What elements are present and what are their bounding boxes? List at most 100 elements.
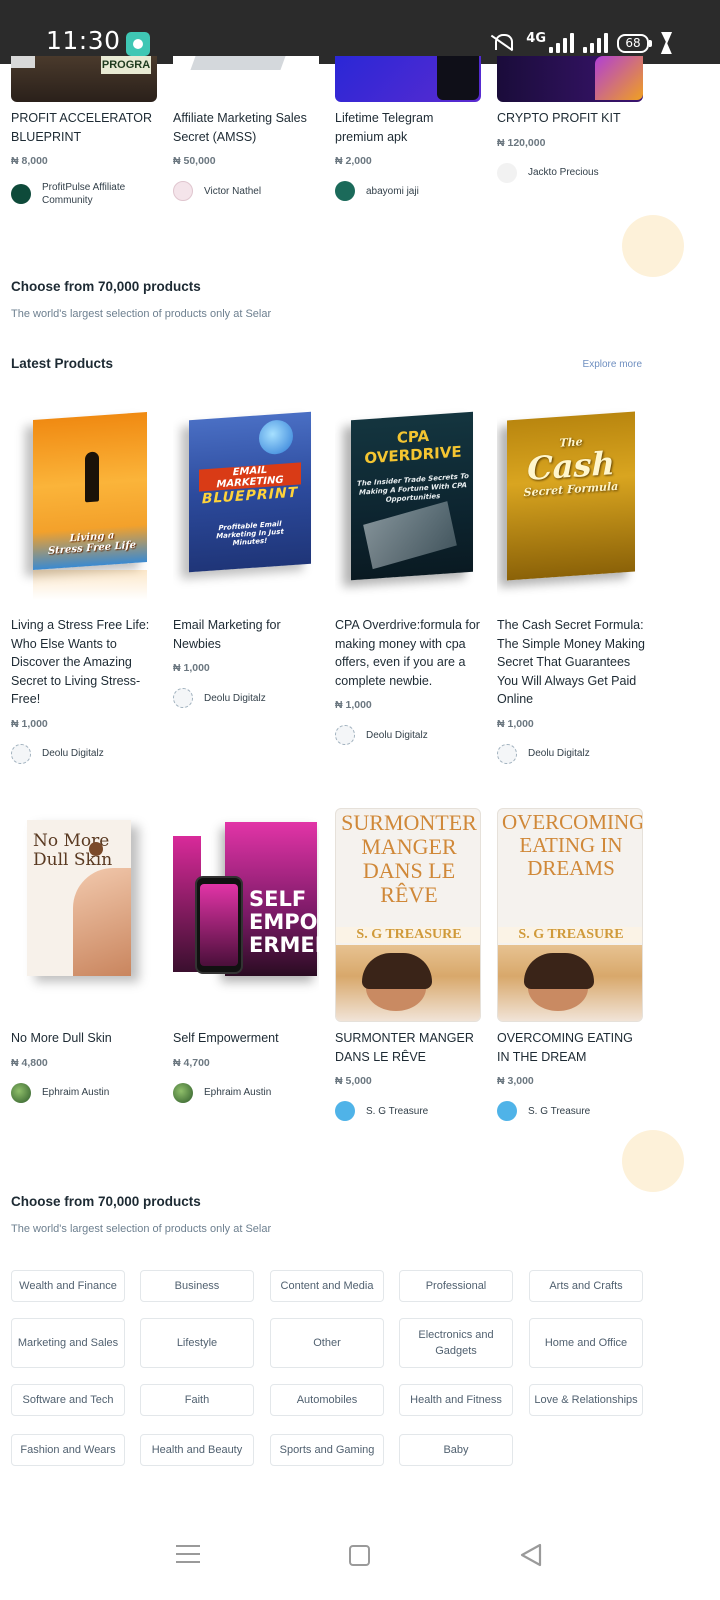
category-chip[interactable]: Electronics and Gadgets <box>399 1318 513 1368</box>
category-chip[interactable]: Automobiles <box>270 1384 384 1416</box>
cover-text: CPA OVERDRIVE <box>364 426 462 468</box>
seller[interactable]: Deolu Digitalz <box>335 725 483 745</box>
product-card[interactable]: The Cash Secret Formula: The Simple Mone… <box>497 616 645 764</box>
seller-name: Victor Nathel <box>204 185 262 197</box>
seller-name: abayomi jaji <box>366 185 419 197</box>
status-indicators: 4G 68 <box>487 30 672 56</box>
category-chip[interactable]: Sports and Gaming <box>270 1434 384 1466</box>
seller-avatar <box>497 162 517 183</box>
recent-apps-button[interactable] <box>176 1544 200 1564</box>
seller-name: Deolu Digitalz <box>366 729 428 741</box>
cover-text: SELF <box>249 887 307 911</box>
product-title[interactable]: The Cash Secret Formula: The Simple Mone… <box>497 616 645 709</box>
seller[interactable]: Jackto Precious <box>497 162 645 183</box>
seller[interactable]: Deolu Digitalz <box>497 743 645 764</box>
product-price: ₦ 4,800 <box>11 1056 48 1069</box>
seller[interactable]: Deolu Digitalz <box>11 743 159 764</box>
seller[interactable]: Ephraim Austin <box>11 1082 159 1103</box>
category-chip[interactable]: Home and Office <box>529 1318 643 1368</box>
product-card[interactable]: CRYPTO PROFIT KIT ₦ 120,000 Jackto Preci… <box>497 109 645 183</box>
category-chip[interactable]: Arts and Crafts <box>529 1270 643 1302</box>
category-chip[interactable]: Health and Fitness <box>399 1384 513 1416</box>
category-chip[interactable]: Other <box>270 1318 384 1368</box>
product-card[interactable]: Affiliate Marketing Sales Secret (AMSS) … <box>173 109 321 201</box>
category-chip[interactable]: Lifestyle <box>140 1318 254 1368</box>
home-button[interactable] <box>349 1545 370 1566</box>
product-title[interactable]: SURMONTER MANGER DANS LE RÊVE <box>335 1029 483 1066</box>
product-cover[interactable]: EMAIL MARKETING BLUEPRINT Profitable Ema… <box>173 398 319 610</box>
seller[interactable]: Deolu Digitalz <box>173 688 321 708</box>
thumb-shape <box>595 56 643 100</box>
category-chip[interactable]: Love & Relationships <box>529 1384 643 1416</box>
thumb-text: PROGRA <box>101 56 151 74</box>
product-title[interactable]: PROFIT ACCELERATOR BLUEPRINT <box>11 109 159 146</box>
product-card[interactable]: PROFIT ACCELERATOR BLUEPRINT ₦ 8,000 Pro… <box>11 109 159 207</box>
product-title[interactable]: Living a Stress Free Life: Who Else Want… <box>11 616 159 709</box>
category-chip[interactable]: Professional <box>399 1270 513 1302</box>
seller[interactable]: Victor Nathel <box>173 181 321 201</box>
product-cover[interactable]: OVERCOMING EATING IN DREAMS S. G TREASUR… <box>497 808 643 1022</box>
product-card[interactable]: Lifetime Telegram premium apk ₦ 2,000 ab… <box>335 109 483 201</box>
product-cover[interactable]: Living a Stress Free Life <box>11 398 157 610</box>
product-card[interactable]: Email Marketing for Newbies ₦ 1,000 Deol… <box>173 616 321 708</box>
product-title[interactable]: OVERCOMING EATING IN THE DREAM <box>497 1029 645 1066</box>
cover-text: EMPOW <box>249 910 319 934</box>
seller-avatar <box>11 743 31 764</box>
product-title[interactable]: No More Dull Skin <box>11 1029 159 1048</box>
product-card[interactable]: No More Dull Skin ₦ 4,800 Ephraim Austin <box>11 1029 159 1103</box>
status-bar: 11:30 4G 68 <box>0 0 720 64</box>
product-price: ₦ 3,000 <box>497 1075 534 1087</box>
seller-name: Ephraim Austin <box>42 1087 110 1098</box>
product-cover[interactable]: SELF EMPOW ERMENT <box>173 792 319 1004</box>
silent-bell-icon <box>487 32 517 54</box>
product-title[interactable]: Self Empowerment <box>173 1029 321 1048</box>
product-thumbnail[interactable] <box>497 56 643 102</box>
back-button[interactable] <box>519 1543 543 1567</box>
seller-avatar <box>173 688 193 708</box>
seller[interactable]: Ephraim Austin <box>173 1082 321 1103</box>
seller-name: S. G Treasure <box>366 1105 429 1117</box>
product-price: ₦ 1,000 <box>173 662 210 674</box>
seller[interactable]: abayomi jaji <box>335 181 483 201</box>
product-thumbnail[interactable]: PROGRA <box>11 56 157 102</box>
category-chip[interactable]: Wealth and Finance <box>11 1270 125 1302</box>
product-card[interactable]: Living a Stress Free Life: Who Else Want… <box>11 616 159 764</box>
category-chip[interactable]: Faith <box>140 1384 254 1416</box>
product-cover[interactable]: No More Dull Skin <box>11 792 157 1004</box>
cover-photo <box>73 868 131 976</box>
category-chip[interactable]: Software and Tech <box>11 1384 125 1416</box>
product-cover[interactable]: The Cash Secret Formula <box>497 398 643 610</box>
product-title[interactable]: Email Marketing for Newbies <box>173 616 321 653</box>
promo-title: Choose from 70,000 products <box>11 1194 201 1209</box>
category-chip[interactable]: Content and Media <box>270 1270 384 1302</box>
product-card[interactable]: SURMONTER MANGER DANS LE RÊVE ₦ 5,000 S.… <box>335 1029 483 1121</box>
category-chip[interactable]: Fashion and Wears <box>11 1434 125 1466</box>
category-chip[interactable]: Health and Beauty <box>140 1434 254 1466</box>
latest-products-heading: Latest Products <box>11 356 114 371</box>
product-cover[interactable]: CPA OVERDRIVE The Insider Trade Secrets … <box>335 398 481 610</box>
promo-subtitle: The world's largest selection of product… <box>11 308 272 320</box>
seller[interactable]: S. G Treasure <box>497 1101 645 1121</box>
cover-text: OVERCOMING EATING IN DREAMS <box>502 810 643 880</box>
product-thumbnail[interactable] <box>335 56 481 102</box>
seller[interactable]: S. G Treasure <box>335 1101 483 1121</box>
product-title[interactable]: Affiliate Marketing Sales Secret (AMSS) <box>173 109 321 146</box>
category-chip[interactable]: Business <box>140 1270 254 1302</box>
seller[interactable]: ProfitPulse Affiliate Community <box>11 181 159 207</box>
category-chip[interactable]: Baby <box>399 1434 513 1466</box>
seller-avatar <box>335 1101 355 1121</box>
product-title[interactable]: CPA Overdrive:formula for making money w… <box>335 616 483 690</box>
seller-avatar <box>173 181 193 201</box>
product-card[interactable]: OVERCOMING EATING IN THE DREAM ₦ 3,000 S… <box>497 1029 645 1121</box>
product-cover[interactable]: SURMONTER MANGER DANS LE RÊVE S. G TREAS… <box>335 808 481 1022</box>
product-price: ₦ 2,000 <box>335 155 372 167</box>
product-title[interactable]: CRYPTO PROFIT KIT <box>497 109 645 128</box>
category-chip[interactable]: Marketing and Sales <box>11 1318 125 1368</box>
cover-art: The Cash Secret Formula <box>507 411 635 581</box>
explore-more-link[interactable]: Explore more <box>583 359 642 370</box>
product-thumbnail[interactable] <box>173 56 319 102</box>
product-card[interactable]: CPA Overdrive:formula for making money w… <box>335 616 483 745</box>
product-card[interactable]: Self Empowerment ₦ 4,700 Ephraim Austin <box>173 1029 321 1103</box>
product-title[interactable]: Lifetime Telegram premium apk <box>335 109 483 146</box>
signal-icon-2 <box>583 33 608 53</box>
